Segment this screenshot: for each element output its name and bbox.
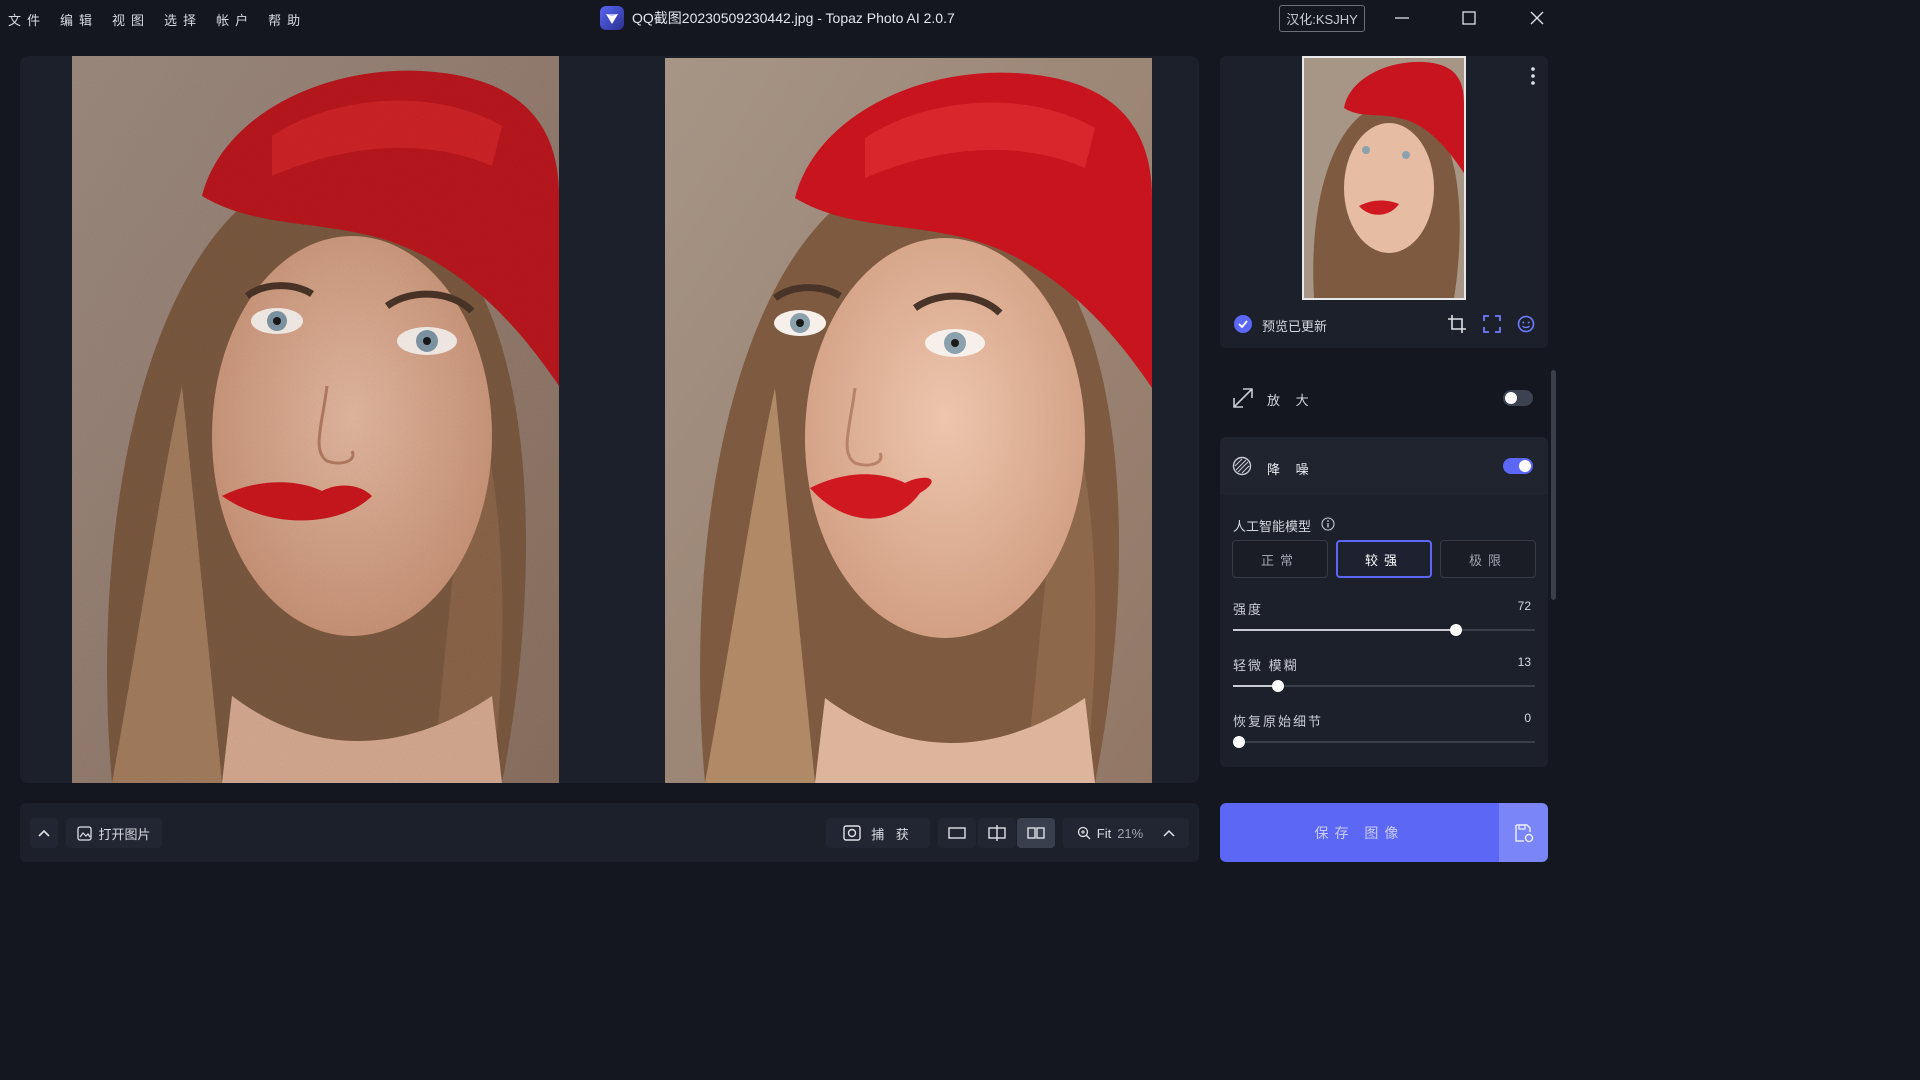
upscale-icon [1232, 387, 1254, 412]
menu-view[interactable]: 视图 [112, 10, 150, 29]
split-view-button[interactable] [978, 818, 1016, 848]
zoom-value: 21% [1117, 825, 1144, 841]
split-view-icon [988, 825, 1006, 841]
strength-value: 72 [1517, 599, 1531, 613]
restore-detail-label: 恢复原始细节 [1233, 714, 1324, 729]
menu-select[interactable]: 选择 [164, 10, 202, 29]
minimize-icon [1395, 17, 1409, 19]
maximize-button[interactable] [1449, 4, 1489, 32]
slider-fill [1233, 629, 1451, 631]
capture-label: 捕 获 [871, 826, 913, 842]
side-by-side-view-button[interactable] [1017, 818, 1055, 848]
menu-account[interactable]: 帐户 [216, 10, 254, 29]
fullscreen-icon [1483, 315, 1501, 333]
close-button[interactable] [1517, 4, 1557, 32]
open-image-button[interactable]: 打开图片 [66, 818, 162, 848]
zoom-mode: Fit [1096, 825, 1112, 841]
restore-detail-value: 0 [1524, 711, 1531, 725]
upscale-label: 放 大 [1267, 393, 1315, 408]
more-options-button[interactable] [1513, 62, 1553, 90]
denoise-icon [1232, 456, 1252, 479]
preview-status: 预览已更新 [1262, 319, 1328, 334]
slider-thumb[interactable] [1233, 736, 1245, 748]
zoom-icon [1077, 826, 1091, 840]
image-icon [77, 825, 93, 841]
upscale-toggle[interactable] [1503, 390, 1533, 406]
denoise-label: 降 噪 [1267, 462, 1315, 477]
crop-icon [1448, 315, 1466, 333]
ai-model-label: 人工智能模型 [1233, 519, 1312, 534]
single-view-button[interactable] [938, 818, 976, 848]
restore-detail-slider[interactable] [1233, 736, 1535, 748]
model-normal-button[interactable]: 正常 [1232, 540, 1328, 578]
capture-button[interactable]: 捕 获 [826, 818, 930, 848]
denoise-toggle[interactable] [1503, 458, 1533, 474]
topaz-logo-icon [600, 6, 624, 30]
blur-label: 轻微 模糊 [1233, 658, 1299, 673]
more-vertical-icon [1531, 67, 1535, 85]
export-settings-button[interactable] [1499, 803, 1548, 862]
close-icon [1530, 11, 1544, 25]
navigator-thumbnail[interactable] [1302, 56, 1466, 300]
blur-slider[interactable] [1233, 680, 1535, 692]
crop-button[interactable] [1448, 315, 1466, 336]
slider-fill [1233, 685, 1273, 687]
strength-slider[interactable] [1233, 624, 1535, 636]
image-viewer[interactable] [20, 56, 1199, 783]
title-bar: 文件 编辑 视图 选择 帐户 帮助 QQ截图20230509230442.jpg… [0, 0, 1568, 36]
strength-label: 强度 [1233, 602, 1264, 617]
toggle-knob [1505, 392, 1517, 404]
check-circle-icon [1234, 315, 1252, 333]
side-by-side-icon [1027, 827, 1045, 839]
model-strong-button[interactable]: 较强 [1336, 540, 1432, 578]
blur-value: 13 [1517, 655, 1531, 669]
info-icon[interactable] [1321, 517, 1335, 534]
save-image-button[interactable]: 保存 图像 [1220, 803, 1499, 862]
expand-panel-button[interactable] [30, 818, 58, 848]
maximize-icon [1462, 11, 1476, 25]
original-image[interactable] [72, 56, 559, 783]
window-title: QQ截图20230509230442.jpg - Topaz Photo AI … [632, 10, 955, 26]
model-extreme-button[interactable]: 极限 [1440, 540, 1536, 578]
menu-edit[interactable]: 编辑 [60, 10, 98, 29]
face-detection-button[interactable] [1517, 315, 1535, 336]
face-icon [1517, 315, 1535, 333]
zoom-control[interactable]: Fit 21% [1063, 818, 1189, 848]
chevron-up-icon [38, 829, 50, 837]
minimize-button[interactable] [1382, 4, 1422, 32]
menu-help[interactable]: 帮助 [268, 10, 306, 29]
processed-image[interactable] [665, 58, 1152, 783]
single-view-icon [948, 827, 966, 839]
bottom-toolbar: 打开图片 捕 获 Fit 21% [20, 803, 1199, 862]
chevron-up-icon [1163, 829, 1175, 837]
camera-capture-icon [843, 825, 861, 841]
toggle-knob [1519, 460, 1531, 472]
app-title: QQ截图20230509230442.jpg - Topaz Photo AI … [600, 6, 955, 30]
menu-file[interactable]: 文件 [8, 10, 46, 29]
localization-badge: 汉化:KSJHY [1279, 5, 1365, 32]
panel-scrollbar[interactable] [1551, 370, 1556, 600]
open-image-label: 打开图片 [98, 826, 151, 842]
save-image-label: 保存 图像 [1314, 824, 1405, 841]
fullscreen-button[interactable] [1483, 315, 1501, 336]
menu-bar: 文件 编辑 视图 选择 帐户 帮助 [8, 10, 306, 29]
save-settings-icon [1514, 823, 1533, 842]
